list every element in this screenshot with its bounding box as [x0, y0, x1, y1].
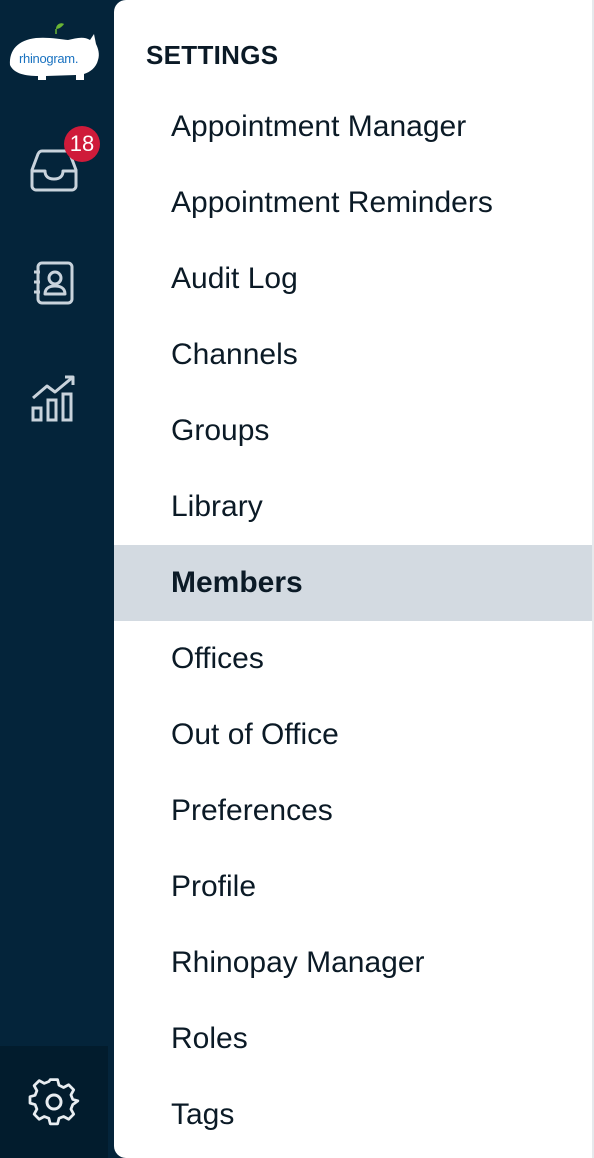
settings-item-appointment-manager[interactable]: Appointment Manager	[114, 89, 592, 165]
rail-settings-button[interactable]	[0, 1046, 108, 1158]
settings-item-preferences[interactable]: Preferences	[114, 773, 592, 849]
settings-item-groups[interactable]: Groups	[114, 393, 592, 469]
contacts-icon	[34, 261, 74, 305]
analytics-icon	[31, 375, 75, 422]
app-shell: rhinogram. 18 SETTINGS Appointment Manag…	[0, 0, 594, 1158]
settings-item-channels[interactable]: Channels	[114, 317, 592, 393]
gear-icon	[28, 1078, 80, 1126]
left-nav-rail: rhinogram. 18	[0, 0, 114, 1158]
rail-analytics-button[interactable]	[0, 358, 108, 438]
rail-contacts-button[interactable]	[0, 243, 108, 323]
settings-panel: SETTINGS Appointment Manager Appointment …	[114, 0, 594, 1158]
settings-item-profile[interactable]: Profile	[114, 849, 592, 925]
settings-item-out-of-office[interactable]: Out of Office	[114, 697, 592, 773]
settings-item-members[interactable]: Members	[114, 545, 592, 621]
settings-item-roles[interactable]: Roles	[114, 1001, 592, 1077]
settings-item-audit-log[interactable]: Audit Log	[114, 241, 592, 317]
settings-item-tags[interactable]: Tags	[114, 1077, 592, 1153]
settings-title: SETTINGS	[146, 40, 279, 70]
logo-text: rhinogram.	[19, 51, 79, 66]
settings-item-appointment-reminders[interactable]: Appointment Reminders	[114, 165, 592, 241]
settings-item-offices[interactable]: Offices	[114, 621, 592, 697]
inbox-unread-badge: 18	[64, 126, 100, 162]
settings-item-library[interactable]: Library	[114, 469, 592, 545]
settings-item-rhinopay-manager[interactable]: Rhinopay Manager	[114, 925, 592, 1001]
settings-menu: Appointment Manager Appointment Reminders…	[114, 89, 592, 1153]
rhinogram-logo[interactable]: rhinogram.	[6, 20, 104, 90]
